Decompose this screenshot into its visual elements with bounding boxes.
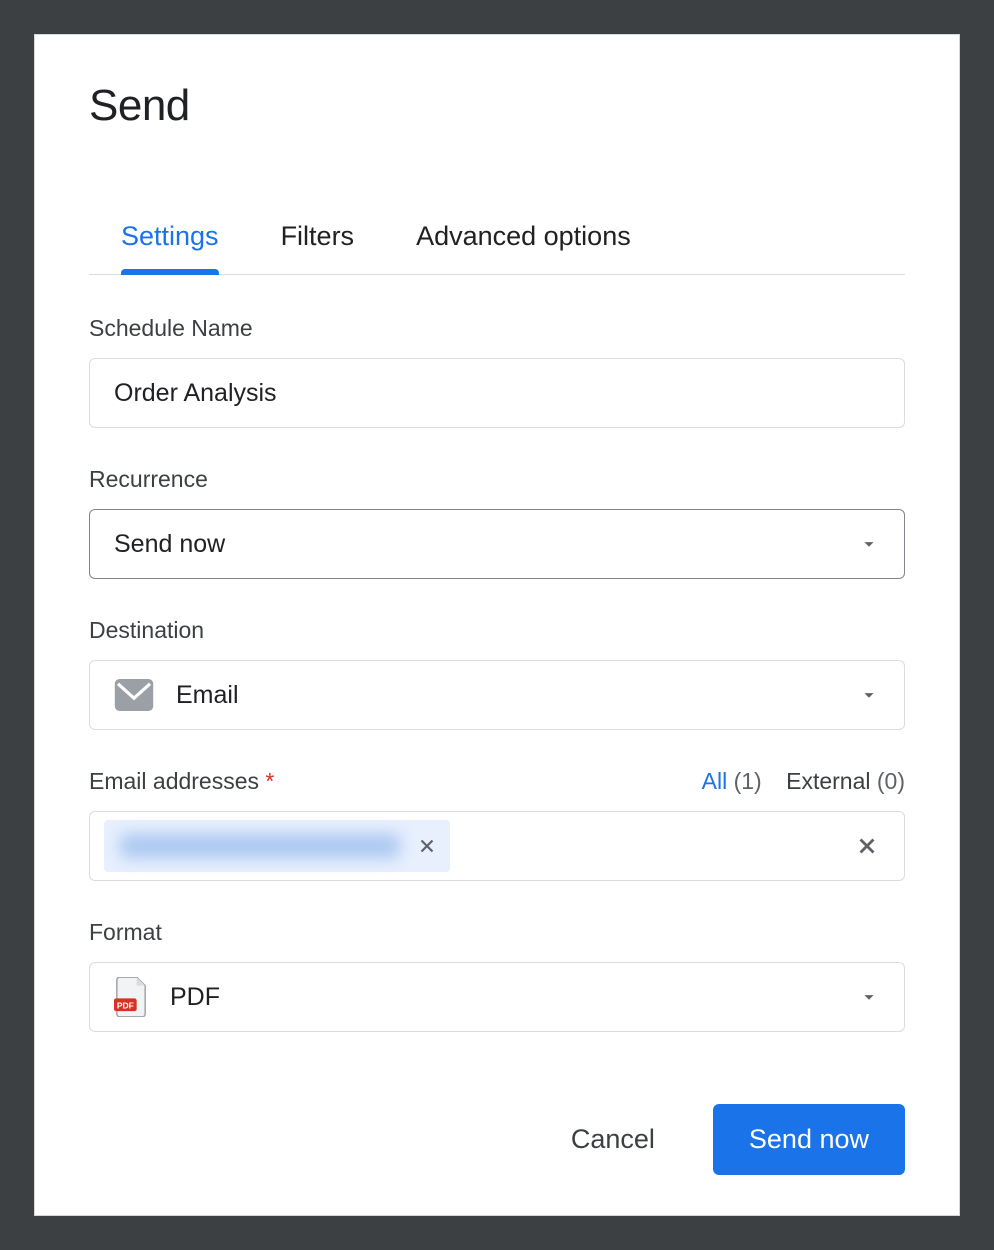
recurrence-row: Recurrence Send now	[89, 466, 905, 579]
format-select[interactable]: PDF PDF	[89, 962, 905, 1032]
svg-text:PDF: PDF	[117, 1000, 134, 1010]
cancel-button[interactable]: Cancel	[565, 1123, 661, 1156]
caret-down-icon	[858, 533, 880, 555]
email-chip	[104, 820, 450, 872]
recurrence-label: Recurrence	[89, 466, 905, 493]
tab-settings[interactable]: Settings	[121, 221, 219, 274]
tab-bar: Settings Filters Advanced options	[89, 221, 905, 275]
settings-form: Schedule Name Recurrence Send now Destin…	[89, 275, 905, 1032]
emails-filter-counts: All (1) External (0)	[702, 768, 905, 795]
emails-filter-all[interactable]: All	[702, 768, 728, 794]
tab-advanced[interactable]: Advanced options	[416, 221, 631, 274]
email-chip-text	[120, 834, 400, 858]
destination-label: Destination	[89, 617, 905, 644]
emails-input[interactable]	[89, 811, 905, 881]
format-row: Format PDF PDF	[89, 919, 905, 1032]
dialog-title: Send	[89, 81, 905, 131]
recurrence-value: Send now	[114, 530, 225, 559]
recurrence-select[interactable]: Send now	[89, 509, 905, 579]
send-now-button[interactable]: Send now	[713, 1104, 905, 1175]
emails-filter-external[interactable]: External	[786, 768, 870, 794]
destination-value: Email	[176, 681, 239, 710]
tab-filters[interactable]: Filters	[281, 221, 355, 274]
schedule-name-input[interactable]	[89, 358, 905, 428]
remove-chip-icon[interactable]	[416, 835, 438, 857]
dialog-footer: Cancel Send now	[89, 1084, 905, 1175]
emails-label: Email addresses *	[89, 768, 274, 795]
required-star: *	[265, 768, 274, 794]
format-label: Format	[89, 919, 905, 946]
emails-row: Email addresses * All (1) External (0)	[89, 768, 905, 881]
email-icon	[114, 679, 154, 711]
emails-all-count: (1)	[734, 768, 762, 794]
clear-all-icon[interactable]	[854, 833, 890, 859]
schedule-name-row: Schedule Name	[89, 315, 905, 428]
destination-row: Destination Email	[89, 617, 905, 730]
emails-external-count: (0)	[877, 768, 905, 794]
destination-select[interactable]: Email	[89, 660, 905, 730]
caret-down-icon	[858, 684, 880, 706]
send-dialog: Send Settings Filters Advanced options S…	[34, 34, 960, 1216]
pdf-icon: PDF	[114, 977, 148, 1017]
emails-label-text: Email addresses	[89, 768, 259, 794]
caret-down-icon	[858, 986, 880, 1008]
schedule-name-label: Schedule Name	[89, 315, 905, 342]
format-value: PDF	[170, 983, 220, 1012]
